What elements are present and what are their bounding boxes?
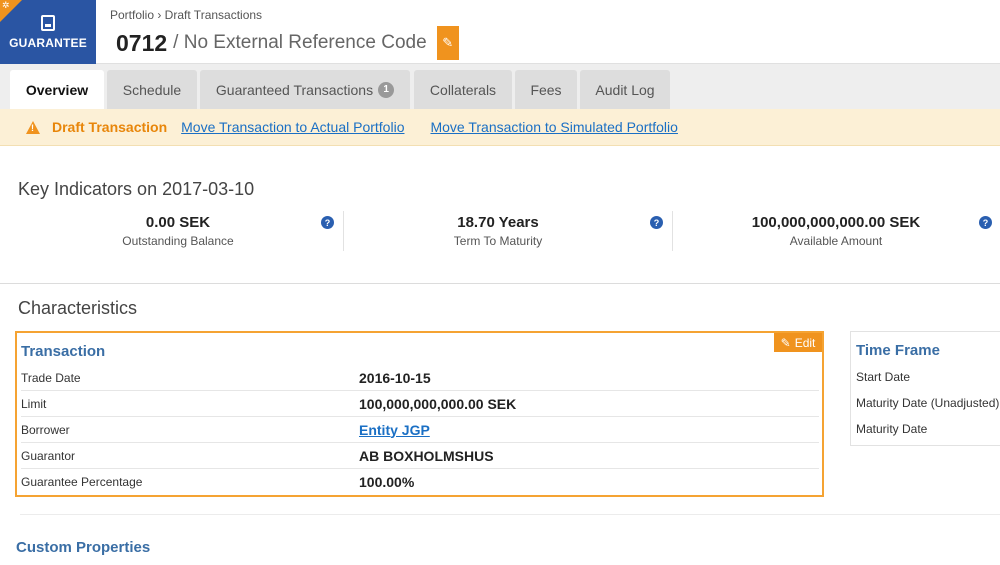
guarantee-type-badge: ✲ GUARANTEE <box>0 0 96 64</box>
field-maturity-date-unadjusted: Maturity Date (Unadjusted) <box>856 396 1000 410</box>
pencil-icon: ✎ <box>442 35 454 50</box>
edit-title-button[interactable]: ✎ <box>436 26 459 60</box>
move-to-actual-link[interactable]: Move Transaction to Actual Portfolio <box>181 119 404 135</box>
divider <box>672 211 673 251</box>
draft-status: Draft Transaction <box>52 119 168 135</box>
section-divider <box>0 283 1000 284</box>
move-to-simulated-link[interactable]: Move Transaction to Simulated Portfolio <box>430 119 677 135</box>
page-header: ✲ GUARANTEE Portfolio › Draft Transactio… <box>0 0 1000 64</box>
characteristics-title: Characteristics <box>18 298 138 318</box>
tab-overview[interactable]: Overview <box>10 70 104 109</box>
tab-bar: Overview Schedule Guaranteed Transaction… <box>0 64 1000 109</box>
tab-fees[interactable]: Fees <box>515 70 577 109</box>
tab-guaranteed-transactions[interactable]: Guaranteed Transactions 1 <box>200 70 410 109</box>
indicator-available-amount: 100,000,000,000.00 SEK Available Amount <box>751 214 921 248</box>
field-trade-date: Trade Date 2016-10-15 <box>21 365 819 391</box>
document-icon <box>41 14 55 31</box>
external-reference: / No External Reference Code <box>173 32 427 53</box>
guaranteed-count-badge: 1 <box>378 81 395 98</box>
field-guarantor: Guarantor AB BOXHOLMSHUS <box>21 443 819 469</box>
type-label: GUARANTEE <box>9 35 87 50</box>
draft-banner: ! Draft Transaction Move Transaction to … <box>0 109 1000 146</box>
field-start-date: Start Date <box>856 370 911 384</box>
tab-audit-log[interactable]: Audit Log <box>580 70 670 109</box>
time-frame-card-title: Time Frame <box>856 342 940 359</box>
edit-transaction-button[interactable]: ✎ Edit <box>774 333 822 352</box>
transaction-code: 0712 <box>116 29 168 56</box>
page-title: 0712 / No External Reference Code ✎ <box>116 26 459 60</box>
field-maturity-date: Maturity Date <box>856 422 928 436</box>
field-guarantee-percentage: Guarantee Percentage 100.00% <box>21 474 415 490</box>
indicator-term-to-maturity: 18.70 Years Term To Maturity <box>453 214 543 248</box>
gear-icon: ✲ <box>2 0 10 10</box>
help-icon[interactable]: ? <box>979 216 992 229</box>
time-frame-card: Time Frame Start Date Maturity Date (Una… <box>850 331 1000 446</box>
tab-collaterals[interactable]: Collaterals <box>414 70 512 109</box>
field-borrower: Borrower Entity JGP <box>21 417 819 443</box>
key-indicators-title: Key Indicators on 2017-03-10 <box>18 179 255 199</box>
warning-icon: ! <box>26 120 40 134</box>
transaction-card: Transaction ✎ Edit Trade Date 2016-10-15 … <box>15 331 824 497</box>
breadcrumb[interactable]: Portfolio › Draft Transactions <box>110 8 262 22</box>
help-icon[interactable]: ? <box>650 216 663 229</box>
indicator-outstanding-balance: 0.00 SEK Outstanding Balance <box>122 214 234 248</box>
pencil-icon: ✎ <box>780 335 791 350</box>
divider <box>343 211 344 251</box>
help-icon[interactable]: ? <box>321 216 334 229</box>
borrower-link[interactable]: Entity JGP <box>359 422 430 438</box>
section-divider <box>20 514 1000 515</box>
field-limit: Limit 100,000,000,000.00 SEK <box>21 391 819 417</box>
tab-schedule[interactable]: Schedule <box>107 70 197 109</box>
custom-properties-title: Custom Properties <box>16 539 151 556</box>
transaction-card-title: Transaction <box>21 343 106 360</box>
